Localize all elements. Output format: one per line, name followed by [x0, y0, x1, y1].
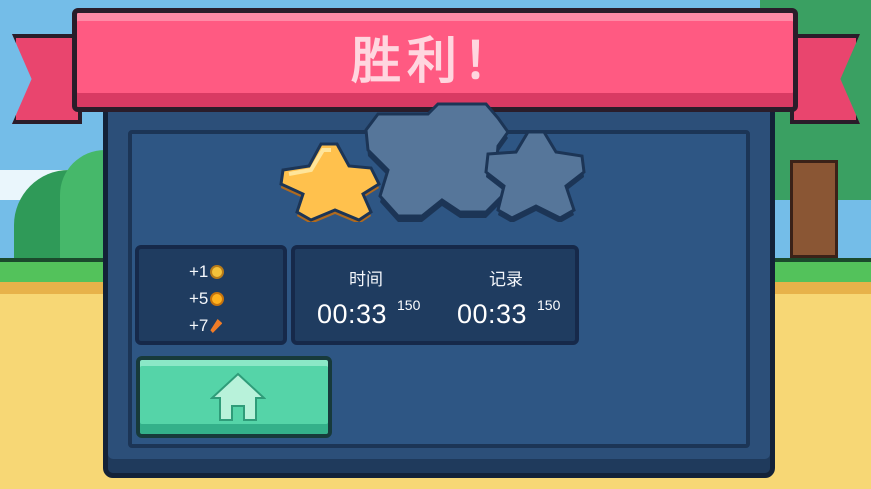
home-button[interactable] — [136, 356, 332, 438]
medal-icon — [210, 265, 225, 279]
time-stats-box: 时间 00:33 150 记录 00:33 150 — [291, 245, 579, 345]
reward-amount: +1 — [189, 262, 209, 281]
home-icon — [210, 372, 266, 421]
reward-amount: +7 — [189, 316, 209, 335]
record-value: 00:33 — [457, 299, 528, 329]
reward-carrot: +7 — [189, 315, 223, 337]
reward-amount: +5 — [189, 289, 209, 308]
time-label: 时间 — [349, 270, 383, 290]
coin-icon — [210, 292, 225, 306]
rewards-box: +1 +5 +7 — [135, 245, 287, 345]
star-empty-icon — [484, 130, 586, 222]
record-ms: 150 — [537, 297, 561, 313]
reward-coin: +5 — [189, 288, 225, 310]
time-value: 00:33 — [317, 299, 388, 329]
record-label: 记录 — [489, 270, 523, 290]
tree-trunk — [790, 160, 838, 258]
time-ms: 150 — [397, 297, 421, 313]
star-earned-icon — [279, 142, 381, 222]
carrot-icon — [210, 319, 223, 333]
victory-title: 胜利！ — [351, 32, 519, 90]
reward-medal: +1 — [189, 261, 225, 283]
title-ribbon: 胜利！ — [72, 8, 798, 112]
